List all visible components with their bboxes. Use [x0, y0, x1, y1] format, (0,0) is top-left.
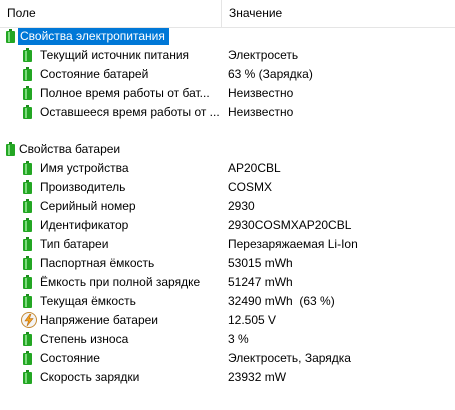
field-name: Текущий источник питания: [40, 48, 190, 62]
field-name: Полное время работы от бат...: [40, 86, 210, 100]
list-item[interactable]: Оставшееся время работы от ... Неизвестн…: [0, 103, 455, 122]
field-value: 53015 mWh: [228, 256, 293, 270]
field-value: Неизвестно: [228, 86, 294, 100]
battery-icon: [23, 86, 34, 101]
battery-icon: [23, 294, 34, 309]
list-item[interactable]: Текущий источник питания Электросеть: [0, 46, 455, 65]
field-value: COSMX: [228, 180, 273, 194]
field-value: 12.505 V: [228, 313, 277, 327]
battery-icon: [23, 161, 34, 176]
column-header-field[interactable]: Поле: [0, 0, 222, 27]
field-value: 3 %: [228, 332, 249, 346]
battery-icon: [23, 351, 34, 366]
field-name: Тип батареи: [40, 237, 109, 251]
list-item[interactable]: Состояние Электросеть, Зарядка: [0, 349, 455, 368]
battery-icon: [23, 67, 34, 82]
group-battery-properties[interactable]: Свойства батареи: [0, 140, 455, 159]
field-name: Степень износа: [40, 332, 129, 346]
field-value: 32490 mWh (63 %): [228, 294, 335, 308]
field-value: Перезаряжаемая Li-Ion: [228, 237, 358, 251]
field-value: Электросеть, Зарядка: [228, 351, 351, 365]
battery-icon: [23, 180, 34, 195]
field-name: Скорость зарядки: [40, 370, 140, 384]
column-header-value-label: Значение: [229, 6, 283, 20]
field-name: Состояние: [40, 351, 100, 365]
field-value: 23932 mW: [228, 370, 287, 384]
group-title: Свойства батареи: [19, 142, 121, 156]
group-power-properties[interactable]: Свойства электропитания: [0, 27, 455, 46]
field-name: Состояние батарей: [40, 67, 149, 81]
field-name: Идентификатор: [40, 218, 129, 232]
battery-icon: [6, 29, 17, 44]
list-item[interactable]: Производитель COSMX: [0, 178, 455, 197]
battery-icon: [23, 237, 34, 252]
list-item[interactable]: Текущая ёмкость 32490 mWh (63 %): [0, 292, 455, 311]
battery-icon: [23, 275, 34, 290]
field-name: Оставшееся время работы от ...: [40, 105, 220, 119]
field-value: 51247 mWh: [228, 275, 293, 289]
list-header: Поле Значение: [0, 0, 455, 28]
list-item[interactable]: Полное время работы от бат... Неизвестно: [0, 84, 455, 103]
field-name: Имя устройства: [40, 161, 129, 175]
battery-icon: [23, 370, 34, 385]
column-header-value[interactable]: Значение: [222, 0, 455, 27]
field-name: Производитель: [40, 180, 126, 194]
field-value: Электросеть: [228, 48, 299, 62]
list-item[interactable]: Паспортная ёмкость 53015 mWh: [0, 254, 455, 273]
field-value: AP20CBL: [228, 161, 281, 175]
lightning-icon: [21, 312, 37, 328]
column-header-field-label: Поле: [7, 6, 36, 20]
field-name: Серийный номер: [40, 199, 136, 213]
list-item[interactable]: Состояние батарей 63 % (Зарядка): [0, 65, 455, 84]
battery-icon: [6, 142, 17, 157]
list-item[interactable]: Тип батареи Перезаряжаемая Li-Ion: [0, 235, 455, 254]
battery-icon: [23, 105, 34, 120]
list-item[interactable]: Имя устройства AP20CBL: [0, 159, 455, 178]
battery-icon: [23, 48, 34, 63]
list-item[interactable]: Степень износа 3 %: [0, 330, 455, 349]
battery-icon: [23, 256, 34, 271]
list-item[interactable]: Ёмкость при полной зарядке 51247 mWh: [0, 273, 455, 292]
field-value: 2930COSMXAP20CBL: [228, 218, 352, 232]
field-name: Паспортная ёмкость: [40, 256, 155, 270]
field-value: 63 % (Зарядка): [228, 67, 313, 81]
field-name: Ёмкость при полной зарядке: [40, 275, 201, 289]
field-name: Напряжение батареи: [40, 313, 159, 327]
list-item[interactable]: Скорость зарядки 23932 mW: [0, 368, 455, 387]
battery-icon: [23, 332, 34, 347]
list-item[interactable]: Идентификатор 2930COSMXAP20CBL: [0, 216, 455, 235]
list-item[interactable]: Напряжение батареи 12.505 V: [0, 311, 455, 330]
field-value: Неизвестно: [228, 105, 294, 119]
battery-icon: [23, 199, 34, 214]
list-item[interactable]: Серийный номер 2930: [0, 197, 455, 216]
group-title: Свойства электропитания: [18, 28, 169, 45]
field-name: Текущая ёмкость: [40, 294, 136, 308]
field-value: 2930: [228, 199, 255, 213]
battery-icon: [23, 218, 34, 233]
